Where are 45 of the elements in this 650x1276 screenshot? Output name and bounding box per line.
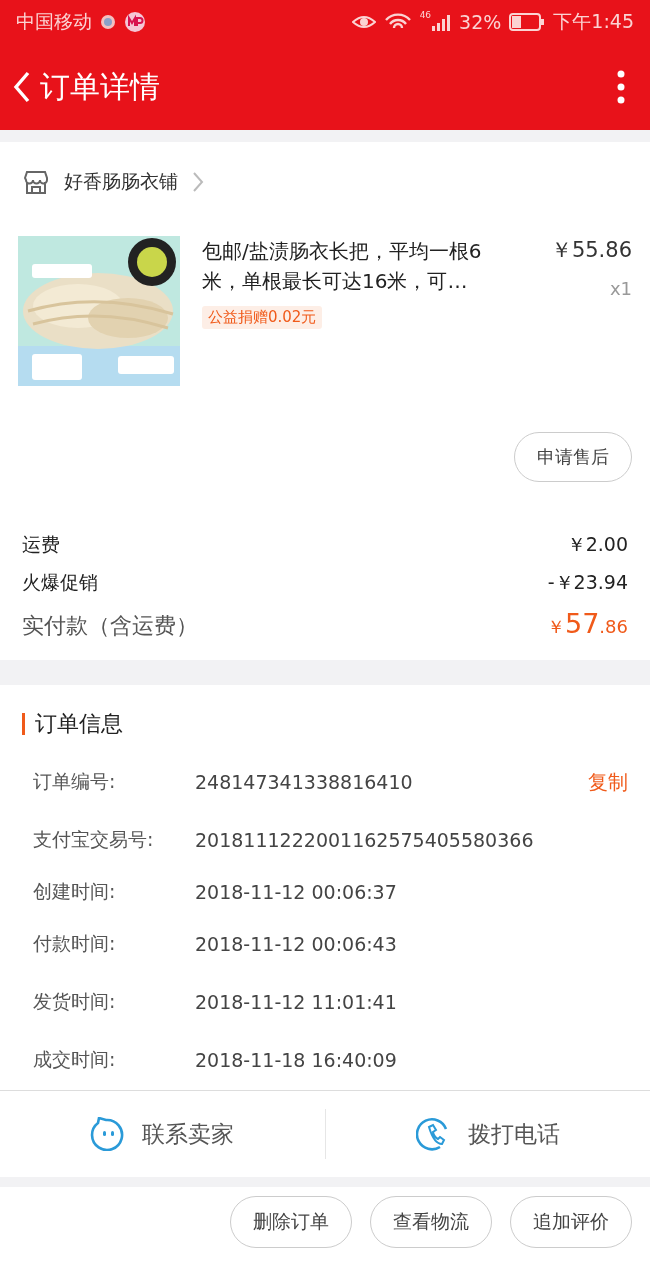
contact-button[interactable]: 联系卖家: [0, 1117, 325, 1151]
more-icon[interactable]: [616, 70, 626, 104]
order-action-button[interactable]: 追加评价: [510, 1195, 632, 1248]
chat-icon: [90, 1117, 125, 1151]
signal-icon: [431, 13, 452, 31]
app-icon: [124, 11, 146, 33]
fee-label: 火爆促销: [22, 570, 98, 595]
info-label: 成交时间:: [33, 1047, 117, 1072]
section-title: 订单信息: [35, 710, 123, 738]
info-value: 2018-11-12 11:01:41: [195, 991, 398, 1013]
fee-value: -￥23.94: [547, 570, 628, 595]
info-label: 创建时间:: [33, 879, 117, 904]
total-label: 实付款（含运费）: [22, 612, 198, 640]
phone-icon: [415, 1117, 450, 1151]
info-label: 订单编号:: [33, 769, 117, 794]
info-label: 支付宝交易号:: [33, 827, 155, 852]
info-label: 付款时间:: [33, 931, 117, 956]
clock: 下午1:45: [553, 9, 634, 34]
network-label: 46: [419, 10, 432, 20]
page-title: 订单详情: [40, 67, 161, 106]
shop-name[interactable]: 好香肠肠衣铺: [64, 169, 178, 195]
quantity: x1: [609, 278, 632, 299]
product-title[interactable]: 包邮/盐渍肠衣长把，平均一根6米，单根最长可达16米，可…: [202, 236, 510, 296]
chevron-icon: [192, 171, 204, 193]
fee-label: 运费: [22, 532, 60, 557]
after-sale-button[interactable]: 申请售后: [514, 432, 632, 482]
eye-icon: [351, 13, 376, 31]
info-value: 2018111222001162575405580366: [195, 829, 535, 851]
order-action-button[interactable]: 删除订单: [230, 1195, 352, 1248]
info-value: 2018-11-12 00:06:37: [195, 881, 398, 903]
carrier-name: 中国移动: [16, 9, 92, 34]
order-action-button[interactable]: 查看物流: [370, 1195, 492, 1248]
back-icon[interactable]: [12, 70, 32, 104]
info-value: 248147341338816410: [195, 771, 414, 793]
fee-value: ￥2.00: [566, 532, 628, 557]
battery-icon: [509, 13, 546, 31]
total-amount: ￥57.86: [547, 608, 628, 639]
store-icon: [22, 169, 50, 195]
info-label: 发货时间:: [33, 989, 117, 1014]
info-value: 2018-11-12 00:06:43: [195, 933, 398, 955]
info-value: 2018-11-18 16:40:09: [195, 1049, 398, 1071]
contact-button[interactable]: 拨打电话: [325, 1117, 650, 1151]
donation-tag: 公益捐赠0.02元: [202, 306, 323, 329]
battery-percent: 32%: [459, 11, 502, 33]
product-price: ￥55.86: [550, 237, 632, 264]
